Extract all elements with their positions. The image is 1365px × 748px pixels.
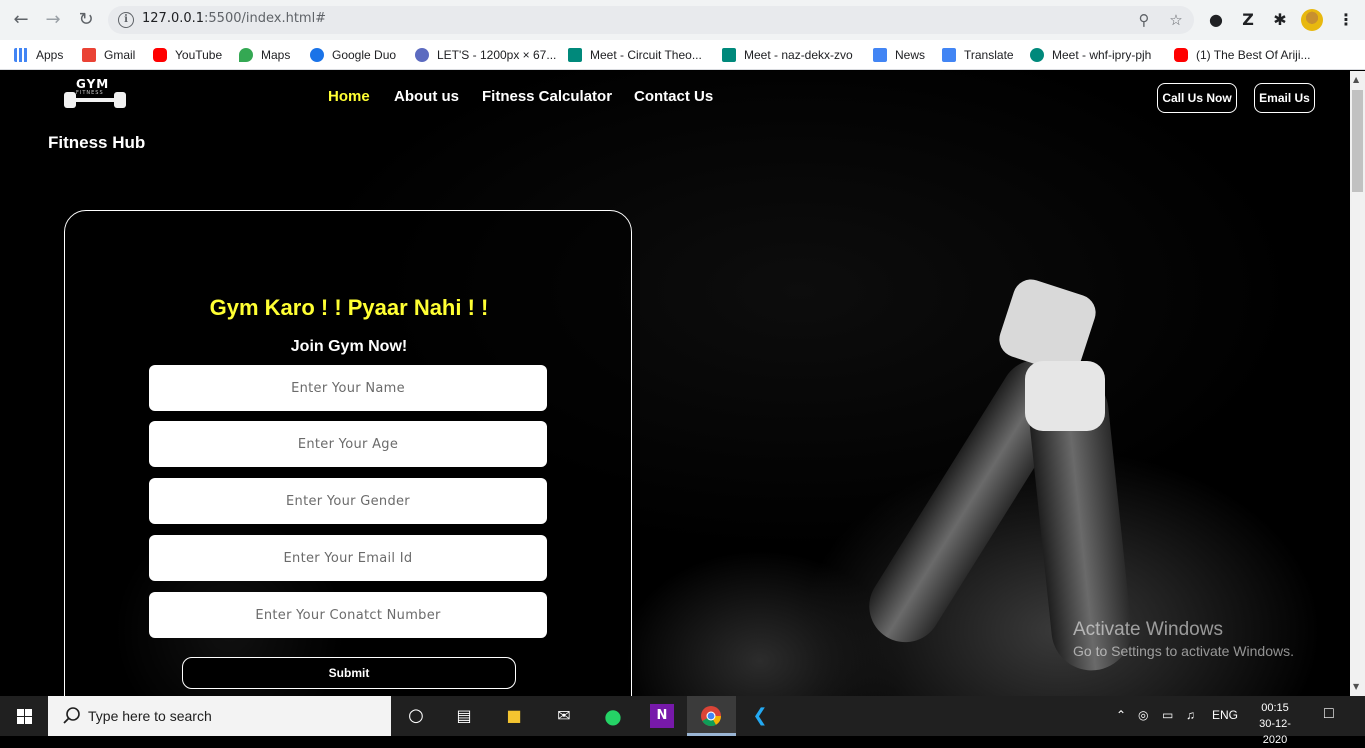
- url-text: 127.0.0.1:5500/index.html#: [142, 11, 327, 26]
- forward-arrow-icon[interactable]: →: [41, 8, 65, 32]
- bookmark-meet-circuit[interactable]: Meet - Circuit Theo...: [568, 44, 702, 66]
- news-icon: [873, 48, 887, 62]
- vscode-icon[interactable]: ❮: [748, 704, 772, 728]
- brand-title: Fitness Hub: [48, 133, 146, 152]
- join-form-card: Gym Karo ! ! Pyaar Nahi ! ! Join Gym Now…: [64, 210, 632, 696]
- watermark-line1: Activate Windows: [1073, 619, 1223, 640]
- extension-bulb-icon[interactable]: ●: [1204, 8, 1228, 32]
- clock-date: 30-12-2020: [1259, 718, 1291, 746]
- bookmark-arijit[interactable]: (1) The Best Of Ariji...: [1174, 44, 1310, 66]
- site-info-icon[interactable]: i: [118, 12, 134, 28]
- extensions-puzzle-icon[interactable]: ✱: [1268, 8, 1292, 32]
- mail-icon[interactable]: ✉: [552, 704, 576, 728]
- page-content: GYM FITNESS Home About us Fitness Calcul…: [0, 71, 1350, 696]
- bookmarks-bar: Apps Gmail YouTube Maps Google Duo LET'S…: [0, 40, 1365, 70]
- browser-menu-icon[interactable]: ⋮: [1334, 8, 1358, 32]
- maps-pin-icon: [239, 48, 253, 62]
- windows-taskbar: Type here to search ○ ▤ ■ ✉ ● N ❮ ⌃ ◎ ▭ …: [0, 696, 1365, 746]
- browser-toolbar: ← → ↻ i 127.0.0.1:5500/index.html# ⚲ ☆ ●…: [0, 0, 1365, 40]
- bookmark-google-duo[interactable]: Google Duo: [310, 44, 396, 66]
- form-title: Gym Karo ! ! Pyaar Nahi ! !: [209, 295, 489, 320]
- name-input[interactable]: [149, 365, 547, 411]
- language-indicator[interactable]: ENG: [1212, 708, 1238, 722]
- search-placeholder: Type here to search: [88, 708, 212, 724]
- bookmark-star-icon[interactable]: ☆: [1166, 10, 1186, 30]
- watermark-line2: Go to Settings to activate Windows.: [1073, 643, 1294, 659]
- call-us-button[interactable]: Call Us Now: [1157, 83, 1237, 113]
- file-explorer-icon[interactable]: ■: [502, 704, 526, 728]
- translate-icon: [942, 48, 956, 62]
- meet-icon: [1030, 48, 1044, 62]
- task-view-icon[interactable]: ▤: [452, 704, 476, 728]
- notifications-icon[interactable]: □: [1324, 705, 1334, 723]
- bookmark-meet-naz[interactable]: Meet - naz-dekx-zvo: [722, 44, 853, 66]
- reload-icon[interactable]: ↻: [74, 8, 98, 32]
- whatsapp-icon[interactable]: ●: [601, 704, 625, 728]
- tray-chevron-icon[interactable]: ⌃: [1116, 708, 1126, 722]
- nav-about[interactable]: About us: [394, 88, 459, 105]
- nav-fitness-calculator[interactable]: Fitness Calculator: [482, 88, 612, 105]
- email-input[interactable]: [149, 535, 547, 581]
- taskbar-clock[interactable]: 00:15 30-12-2020: [1248, 700, 1302, 748]
- bookmark-apps[interactable]: Apps: [14, 44, 63, 66]
- email-us-button[interactable]: Email Us: [1254, 83, 1315, 113]
- bookmark-translate[interactable]: Translate: [942, 44, 1014, 66]
- profile-avatar[interactable]: [1301, 9, 1323, 31]
- youtube-icon: [1174, 48, 1188, 62]
- meet-icon: [722, 48, 736, 62]
- form-subtitle: Join Gym Now!: [290, 338, 408, 355]
- bookmark-gmail[interactable]: Gmail: [82, 44, 135, 66]
- logo-text: GYM: [76, 77, 110, 91]
- scroll-up-icon[interactable]: ▲: [1353, 75, 1359, 84]
- logo-subtext: FITNESS: [76, 90, 104, 96]
- chrome-icon[interactable]: [699, 704, 723, 728]
- cortana-icon[interactable]: ○: [404, 704, 428, 728]
- apps-grid-icon: [14, 48, 28, 62]
- gender-input[interactable]: [149, 478, 547, 524]
- bookmark-lets[interactable]: LET'S - 1200px × 67...: [415, 44, 556, 66]
- bookmark-news[interactable]: News: [873, 44, 925, 66]
- network-globe-icon[interactable]: ◎: [1138, 708, 1148, 722]
- bookmark-meet-whf[interactable]: Meet - whf-ipry-pjh: [1030, 44, 1151, 66]
- address-bar[interactable]: i 127.0.0.1:5500/index.html# ⚲ ☆: [108, 6, 1194, 34]
- battery-icon[interactable]: ▭: [1162, 708, 1173, 722]
- clock-time: 00:15: [1261, 702, 1289, 714]
- back-arrow-icon[interactable]: ←: [9, 8, 33, 32]
- search-icon: [63, 707, 80, 724]
- bookmark-youtube[interactable]: YouTube: [153, 44, 222, 66]
- taskbar-search-box[interactable]: Type here to search: [48, 696, 391, 736]
- extension-z-icon[interactable]: Z: [1236, 8, 1260, 32]
- scroll-down-icon[interactable]: ▼: [1353, 682, 1359, 691]
- duo-icon: [310, 48, 324, 62]
- activate-windows-watermark: Activate Windows Go to Settings to activ…: [1073, 619, 1294, 659]
- bookmark-maps[interactable]: Maps: [239, 44, 290, 66]
- nav-home[interactable]: Home: [328, 88, 370, 105]
- contact-number-input[interactable]: [149, 592, 547, 638]
- scrollbar-thumb[interactable]: [1352, 90, 1363, 192]
- onenote-icon[interactable]: N: [650, 704, 674, 728]
- hero-hand-grip: [1025, 361, 1105, 431]
- youtube-icon: [153, 48, 167, 62]
- submit-button[interactable]: Submit: [182, 657, 516, 689]
- page-scrollbar[interactable]: ▲ ▼: [1350, 71, 1365, 696]
- canva-icon: [415, 48, 429, 62]
- windows-start-icon[interactable]: [0, 696, 48, 736]
- volume-icon[interactable]: ♫: [1186, 708, 1195, 722]
- meet-icon: [568, 48, 582, 62]
- site-logo[interactable]: GYM FITNESS: [60, 77, 130, 111]
- age-input[interactable]: [149, 421, 547, 467]
- zoom-icon[interactable]: ⚲: [1134, 10, 1154, 30]
- nav-contact[interactable]: Contact Us: [634, 88, 713, 105]
- gmail-icon: [82, 48, 96, 62]
